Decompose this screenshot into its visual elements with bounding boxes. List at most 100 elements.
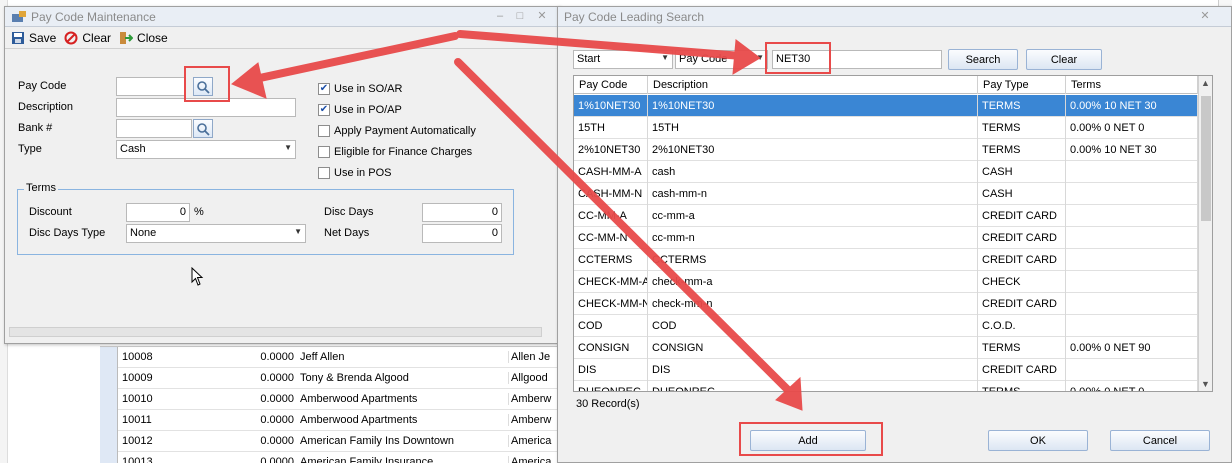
background-list-row[interactable]: 10011 0.0000 Amberwood Apartments Amberw <box>100 409 560 431</box>
cell-description: check-mm-n <box>648 293 978 315</box>
column-header-description[interactable]: Description <box>648 76 978 94</box>
bank-lookup-button[interactable] <box>193 119 213 138</box>
search-button[interactable]: Search <box>948 49 1018 70</box>
chevron-down-icon: ▼ <box>661 53 669 62</box>
result-row[interactable]: CC-MM-N cc-mm-n CREDIT CARD <box>574 227 1198 249</box>
search-field-select[interactable]: Pay Code ▼ <box>675 50 768 69</box>
record-count: 30 Record(s) <box>576 398 640 410</box>
use-in-poap-checkbox[interactable]: ✔ Use in PO/AP <box>318 104 402 116</box>
clear-button[interactable]: Clear <box>64 31 111 45</box>
row-code: 10008 <box>122 351 153 363</box>
scroll-thumb[interactable] <box>1201 96 1211 221</box>
cell-description: 1%10NET30 <box>648 95 978 117</box>
chevron-down-icon: ▼ <box>284 143 292 152</box>
discount-label: Discount <box>29 206 72 218</box>
pay-code-label: Pay Code <box>18 80 67 92</box>
terms-group: Terms Discount 0 % Disc Days Type None ▼… <box>17 182 514 255</box>
vertical-scrollbar[interactable]: ▲ ▼ <box>1198 76 1212 391</box>
column-header-pay-code[interactable]: Pay Code <box>574 76 648 94</box>
horizontal-scrollbar[interactable] <box>9 327 542 337</box>
search-field-value: Pay Code <box>679 53 728 65</box>
match-mode-select[interactable]: Start ▼ <box>573 50 673 69</box>
background-list-row[interactable]: 10013 0.0000 American Family Insurance Amer… <box>100 451 560 463</box>
cell-pay-code: CCTERMS <box>574 249 648 271</box>
net-days-input[interactable]: 0 <box>422 224 502 243</box>
close-button[interactable]: Close <box>119 31 168 45</box>
save-label: Save <box>29 30 57 45</box>
bank-input[interactable] <box>116 119 192 138</box>
cell-terms <box>1066 161 1198 183</box>
cell-description: cc-mm-a <box>648 205 978 227</box>
cell-terms <box>1066 249 1198 271</box>
column-header-pay-type[interactable]: Pay Type <box>978 76 1066 94</box>
checkbox-box <box>318 146 330 158</box>
app-icon <box>12 10 26 22</box>
checkbox-label: Use in SO/AR <box>334 83 403 95</box>
save-icon <box>12 31 24 44</box>
row-amount: 0.0000 <box>260 414 294 426</box>
row-selector[interactable] <box>100 430 118 452</box>
window-title: Pay Code Maintenance <box>31 9 156 24</box>
result-row[interactable]: CHECK-MM-N check-mm-n CREDIT CARD <box>574 293 1198 315</box>
result-row[interactable]: CHECK-MM-A check-mm-a CHECK <box>574 271 1198 293</box>
maximize-button[interactable]: □ <box>513 10 527 22</box>
row-name: Tony & Brenda Algood <box>300 372 409 384</box>
minimize-button[interactable]: – <box>493 10 507 22</box>
cell-description: cash-mm-n <box>648 183 978 205</box>
row-selector[interactable] <box>100 409 118 431</box>
apply-payment-automatically-checkbox[interactable]: Apply Payment Automatically <box>318 125 476 137</box>
result-row[interactable]: CCTERMS CCTERMS CREDIT CARD <box>574 249 1198 271</box>
result-row[interactable]: CASH-MM-A cash CASH <box>574 161 1198 183</box>
row-selector[interactable] <box>100 346 118 368</box>
result-row[interactable]: DIS DIS CREDIT CARD <box>574 359 1198 381</box>
row-name: Amberwood Apartments <box>300 393 418 405</box>
type-select[interactable]: Cash ▼ <box>116 140 296 159</box>
disc-days-input[interactable]: 0 <box>422 203 502 222</box>
result-row[interactable]: CC-MM-A cc-mm-a CREDIT CARD <box>574 205 1198 227</box>
cell-pay-type: CREDIT CARD <box>978 293 1066 315</box>
result-row[interactable]: DUEONREC DUEONREC TERMS 0.00% 0 NET 0 <box>574 381 1198 391</box>
use-in-soar-checkbox[interactable]: ✔ Use in SO/AR <box>318 83 402 95</box>
row-selector[interactable] <box>100 451 118 463</box>
cell-pay-type: CASH <box>978 161 1066 183</box>
result-row[interactable]: 2%10NET30 2%10NET30 TERMS 0.00% 10 NET 30 <box>574 139 1198 161</box>
result-row[interactable]: 1%10NET30 1%10NET30 TERMS 0.00% 10 NET 30 <box>574 95 1198 117</box>
eligible-finance-charges-checkbox[interactable]: Eligible for Finance Charges <box>318 146 472 158</box>
background-list-row[interactable]: 10010 0.0000 Amberwood Apartments Amberw <box>100 388 560 410</box>
column-header-terms[interactable]: Terms <box>1066 76 1198 94</box>
scroll-up-icon[interactable]: ▲ <box>1201 78 1210 88</box>
cell-pay-type: CREDIT CARD <box>978 227 1066 249</box>
highlight-add-button <box>739 422 883 456</box>
cell-description: cash <box>648 161 978 183</box>
result-row[interactable]: CONSIGN CONSIGN TERMS 0.00% 0 NET 90 <box>574 337 1198 359</box>
disc-days-type-value: None <box>130 227 157 239</box>
background-list-row[interactable]: 10008 0.0000 Jeff Allen Allen Je <box>100 346 560 368</box>
result-row[interactable]: COD COD C.O.D. <box>574 315 1198 337</box>
scroll-down-icon[interactable]: ▼ <box>1201 379 1210 389</box>
cancel-button[interactable]: Cancel <box>1110 430 1210 451</box>
disc-days-type-select[interactable]: None ▼ <box>126 224 306 243</box>
cell-pay-code: 15TH <box>574 117 648 139</box>
save-button[interactable]: Save <box>11 31 56 45</box>
mouse-cursor-icon <box>191 267 204 286</box>
background-list-row[interactable]: 10009 0.0000 Tony & Brenda Algood Allgood <box>100 367 560 389</box>
checkbox-label: Use in POS <box>334 167 392 179</box>
use-in-pos-checkbox[interactable]: Use in POS <box>318 167 391 179</box>
row-code: 10013 <box>122 456 153 463</box>
cell-terms: 0.00% 10 NET 30 <box>1066 139 1198 161</box>
ok-button[interactable]: OK <box>988 430 1088 451</box>
row-selector[interactable] <box>100 367 118 389</box>
row-selector[interactable] <box>100 388 118 410</box>
background-list-row[interactable]: 10012 0.0000 American Family Ins Downtown A… <box>100 430 560 452</box>
close-window-button[interactable]: ✕ <box>535 10 549 22</box>
discount-input[interactable]: 0 <box>126 203 190 222</box>
result-row[interactable]: CASH-MM-N cash-mm-n CASH <box>574 183 1198 205</box>
result-row[interactable]: 15TH 15TH TERMS 0.00% 0 NET 0 <box>574 117 1198 139</box>
row-code: 10012 <box>122 435 153 447</box>
background-customer-list: 10008 0.0000 Jeff Allen Allen Je 10009 0.0000… <box>100 346 560 463</box>
search-close-window-button[interactable]: ✕ <box>1198 10 1212 22</box>
search-clear-button[interactable]: Clear <box>1026 49 1102 70</box>
pay-code-input[interactable] <box>116 77 186 96</box>
row-amount: 0.0000 <box>260 456 294 463</box>
bank-label: Bank # <box>18 122 53 134</box>
